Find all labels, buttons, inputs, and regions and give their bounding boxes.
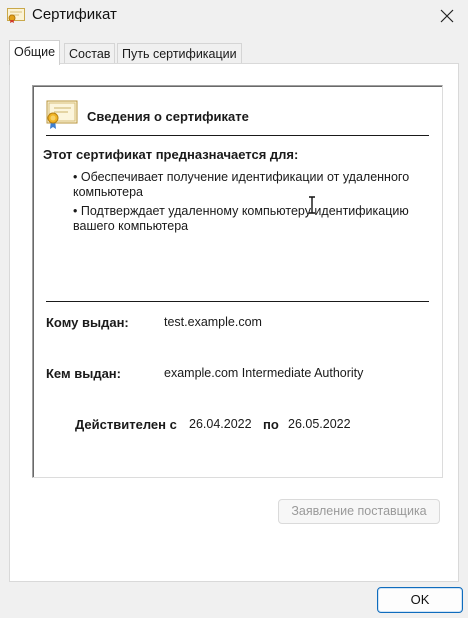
tab-details[interactable]: Состав — [64, 43, 116, 64]
purpose-title: Этот сертификат предназначается для: — [43, 147, 299, 162]
issued-by-label: Кем выдан: — [46, 366, 121, 381]
purpose-list: Обеспечивает получение идентификации от … — [73, 170, 433, 238]
tab-general[interactable]: Общие — [9, 40, 61, 65]
valid-from-value: 26.04.2022 — [189, 417, 252, 431]
ok-button[interactable]: OK — [377, 587, 463, 613]
issued-to-value: test.example.com — [164, 315, 262, 329]
valid-to-label: по — [263, 417, 279, 432]
text-cursor-icon — [309, 196, 315, 214]
issuer-statement-button[interactable]: Заявление поставщика — [278, 499, 440, 524]
valid-to-value: 26.05.2022 — [288, 417, 351, 431]
list-item: Подтверждает удаленному компьютеру идент… — [73, 204, 433, 234]
tab-panel-general: Сведения о сертификате Этот сертификат п… — [9, 63, 459, 582]
valid-from-label: Действителен с — [75, 417, 177, 432]
close-button[interactable] — [432, 2, 462, 30]
tab-certification-path[interactable]: Путь сертификации — [117, 43, 242, 64]
issued-to-label: Кому выдан: — [46, 315, 129, 330]
header-title: Сведения о сертификате — [87, 109, 249, 124]
certificate-icon — [46, 100, 78, 129]
title-bar: Сертификат — [0, 0, 468, 32]
divider — [46, 301, 429, 302]
tab-strip: Общие Состав Путь сертификации — [9, 40, 459, 65]
divider — [46, 135, 429, 136]
list-item: Обеспечивает получение идентификации от … — [73, 170, 433, 200]
issued-by-value: example.com Intermediate Authority — [164, 366, 364, 380]
certificate-icon — [7, 8, 25, 23]
window-title: Сертификат — [32, 6, 117, 23]
close-icon — [440, 9, 454, 23]
certificate-info-box: Сведения о сертификате Этот сертификат п… — [32, 85, 443, 478]
